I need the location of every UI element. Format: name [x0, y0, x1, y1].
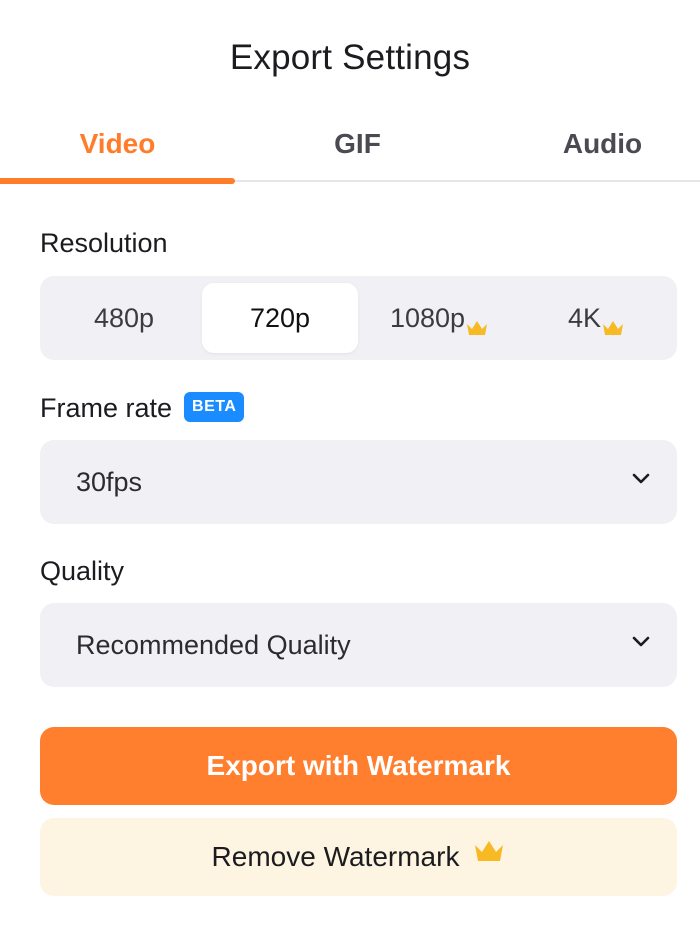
quality-label: Quality — [40, 556, 125, 586]
export-settings-panel: Export Settings Video GIF Audio Resoluti… — [0, 0, 700, 935]
tab-video[interactable]: Video — [0, 128, 235, 168]
chevron-down-icon — [631, 635, 651, 654]
active-tab-indicator — [0, 178, 235, 184]
remove-watermark-label: Remove Watermark — [211, 841, 460, 872]
tab-bar: Video GIF Audio — [0, 118, 700, 184]
crown-icon — [473, 817, 505, 895]
quality-dropdown[interactable]: Recommended Quality — [40, 603, 677, 687]
crown-icon — [602, 293, 624, 363]
quality-value: Recommended Quality — [76, 630, 351, 660]
export-with-watermark-button[interactable]: Export with Watermark — [40, 727, 677, 805]
resolution-option-label: 4K — [567, 303, 602, 333]
page-title: Export Settings — [229, 38, 471, 77]
resolution-option-label: 720p — [249, 303, 311, 333]
remove-watermark-button[interactable]: Remove Watermark — [40, 818, 677, 896]
resolution-option-4k[interactable]: 4K — [518, 283, 674, 353]
frame-rate-label-row: Frame rate BETA — [40, 391, 245, 425]
crown-icon — [466, 293, 488, 363]
beta-badge: BETA — [184, 391, 245, 422]
export-button-label: Export with Watermark — [206, 750, 511, 781]
resolution-option-label: 1080p — [389, 303, 466, 333]
resolution-option-480p[interactable]: 480p — [46, 283, 202, 353]
frame-rate-value: 30fps — [76, 467, 143, 497]
resolution-option-720p[interactable]: 720p — [202, 283, 358, 353]
chevron-down-icon — [631, 472, 651, 491]
resolution-label: Resolution — [40, 228, 168, 258]
resolution-option-label: 480p — [93, 303, 155, 333]
frame-rate-label: Frame rate — [40, 393, 173, 423]
resolution-option-1080p[interactable]: 1080p — [361, 283, 517, 353]
frame-rate-dropdown[interactable]: 30fps — [40, 440, 677, 524]
tab-gif[interactable]: GIF — [240, 128, 475, 168]
tab-audio[interactable]: Audio — [500, 128, 700, 168]
resolution-selector: 480p 720p 1080p 4K — [40, 276, 677, 360]
